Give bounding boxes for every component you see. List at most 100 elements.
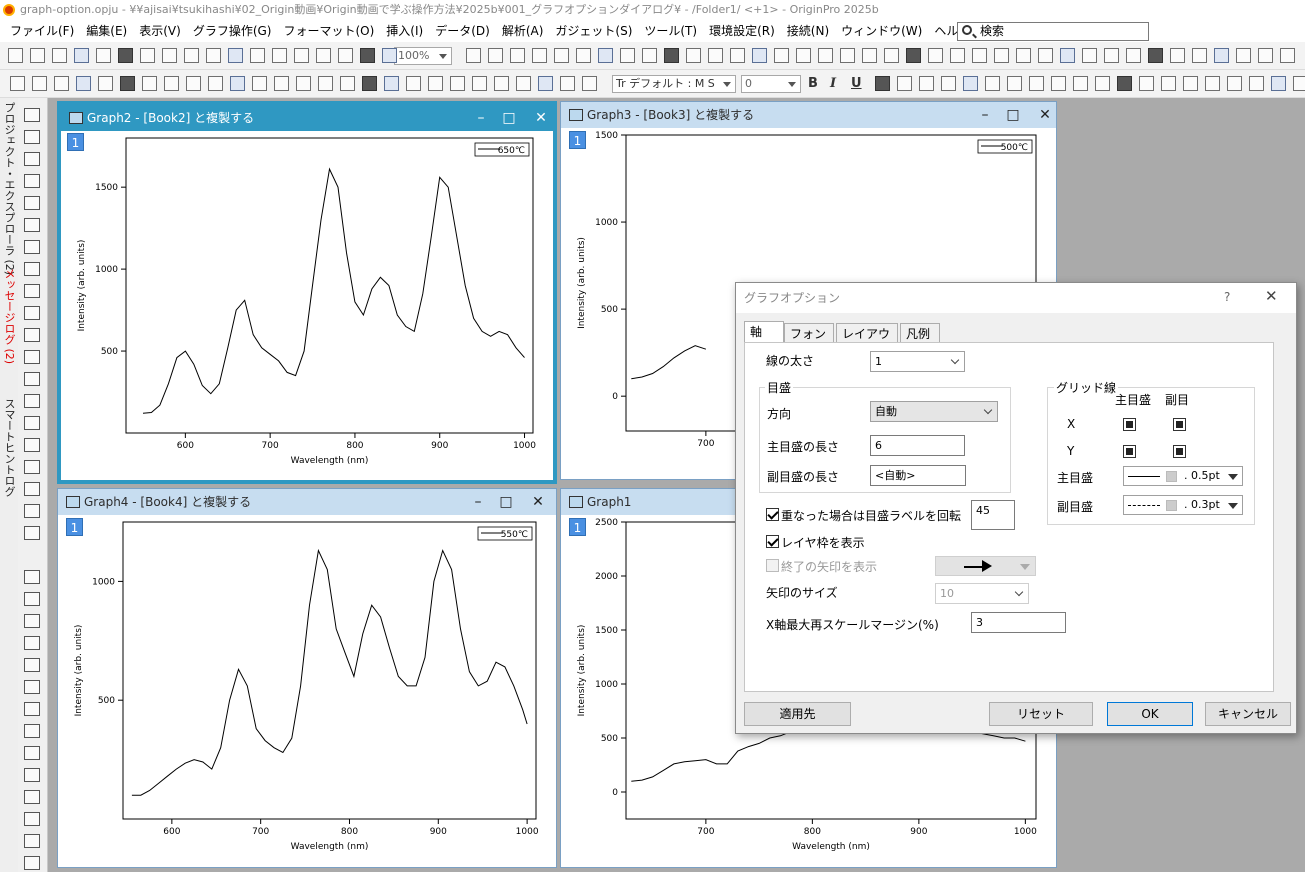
grid-major-line-select[interactable]: . 0.5pt <box>1123 466 1243 486</box>
standard-tool-icon[interactable] <box>1104 48 1119 63</box>
menu-item-12[interactable]: ウィンドウ(W) <box>835 20 928 42</box>
standard-tool-icon[interactable] <box>338 48 353 63</box>
menu-item-6[interactable]: データ(D) <box>429 20 496 42</box>
drawing-tool-icon[interactable] <box>24 218 40 232</box>
arrow-style-select[interactable] <box>935 556 1036 576</box>
direction-select[interactable]: 自動 <box>870 401 998 422</box>
format-tool-icon[interactable] <box>406 76 421 91</box>
drawing-tool-icon[interactable] <box>24 636 40 650</box>
tab-axis[interactable]: 軸 <box>744 321 784 344</box>
standard-tool-icon[interactable] <box>708 48 723 63</box>
standard-tool-icon[interactable] <box>1280 48 1295 63</box>
format-tool-icon[interactable] <box>230 76 245 91</box>
drawing-tool-icon[interactable] <box>24 834 40 848</box>
format-tool-icon[interactable] <box>208 76 223 91</box>
standard-tool-icon[interactable] <box>796 48 811 63</box>
format-tool-icon[interactable] <box>1073 76 1088 91</box>
standard-tool-icon[interactable] <box>554 48 569 63</box>
zoom-combo[interactable]: 100% <box>394 47 452 65</box>
menu-item-10[interactable]: 環境設定(R) <box>703 20 781 42</box>
drawing-tool-icon[interactable] <box>24 174 40 188</box>
standard-tool-icon[interactable] <box>294 48 309 63</box>
format-tool-icon[interactable] <box>897 76 912 91</box>
menu-item-3[interactable]: グラフ操作(G) <box>187 20 278 42</box>
standard-tool-icon[interactable] <box>1214 48 1229 63</box>
close-button[interactable]: ✕ <box>526 489 550 515</box>
standard-tool-icon[interactable] <box>1060 48 1075 63</box>
drawing-tool-icon[interactable] <box>24 196 40 210</box>
standard-tool-icon[interactable] <box>1016 48 1031 63</box>
menu-item-2[interactable]: 表示(V) <box>133 20 187 42</box>
format-tool-icon[interactable] <box>1117 76 1132 91</box>
format-tool-icon[interactable] <box>186 76 201 91</box>
maximize-button[interactable]: □ <box>494 489 518 515</box>
menu-item-4[interactable]: フォーマット(O) <box>277 20 380 42</box>
format-tool-icon[interactable] <box>10 76 25 91</box>
font-combo[interactable]: Tr デフォルト : M S <box>612 75 736 93</box>
format-tool-icon[interactable] <box>538 76 553 91</box>
project-explorer-tab[interactable]: プロジェクト・エクスプローラ (2) <box>1 102 17 275</box>
format-tool-icon[interactable] <box>76 76 91 91</box>
standard-tool-icon[interactable] <box>1236 48 1251 63</box>
drawing-tool-icon[interactable] <box>24 130 40 144</box>
standard-tool-icon[interactable] <box>8 48 23 63</box>
standard-tool-icon[interactable] <box>884 48 899 63</box>
format-tool-icon[interactable] <box>274 76 289 91</box>
format-tool-icon[interactable] <box>1095 76 1110 91</box>
drawing-tool-icon[interactable] <box>24 680 40 694</box>
drawing-tool-icon[interactable] <box>24 240 40 254</box>
drawing-tool-icon[interactable] <box>24 746 40 760</box>
standard-tool-icon[interactable] <box>118 48 133 63</box>
standard-tool-icon[interactable] <box>774 48 789 63</box>
format-tool-icon[interactable] <box>472 76 487 91</box>
drawing-tool-icon[interactable] <box>24 570 40 584</box>
format-tool-icon[interactable] <box>32 76 47 91</box>
drawing-tool-icon[interactable] <box>24 372 40 386</box>
menu-item-5[interactable]: 挿入(I) <box>380 20 429 42</box>
tab-layout[interactable]: レイアウト <box>836 323 898 361</box>
grid-y-major-checkbox[interactable] <box>1123 445 1136 458</box>
format-tool-icon[interactable] <box>582 76 597 91</box>
format-tool-icon[interactable] <box>54 76 69 91</box>
format-tool-icon[interactable] <box>1227 76 1242 91</box>
drawing-tool-icon[interactable] <box>24 394 40 408</box>
standard-tool-icon[interactable] <box>316 48 331 63</box>
standard-tool-icon[interactable] <box>906 48 921 63</box>
standard-tool-icon[interactable] <box>206 48 221 63</box>
maximize-button[interactable]: □ <box>1001 102 1025 128</box>
standard-tool-icon[interactable] <box>598 48 613 63</box>
menu-item-7[interactable]: 解析(A) <box>496 20 550 42</box>
standard-tool-icon[interactable] <box>950 48 965 63</box>
dialog-title-bar[interactable]: グラフオプション <box>736 283 1296 313</box>
format-tool-icon[interactable] <box>1051 76 1066 91</box>
standard-tool-icon[interactable] <box>382 48 397 63</box>
standard-tool-icon[interactable] <box>140 48 155 63</box>
drawing-tool-icon[interactable] <box>24 658 40 672</box>
grid-y-minor-checkbox[interactable] <box>1173 445 1186 458</box>
standard-tool-icon[interactable] <box>664 48 679 63</box>
standard-tool-icon[interactable] <box>1148 48 1163 63</box>
menu-item-11[interactable]: 接続(N) <box>781 20 835 42</box>
standard-tool-icon[interactable] <box>488 48 503 63</box>
format-tool-icon[interactable] <box>1249 76 1264 91</box>
standard-tool-icon[interactable] <box>1192 48 1207 63</box>
standard-tool-icon[interactable] <box>730 48 745 63</box>
standard-tool-icon[interactable] <box>840 48 855 63</box>
format-tool-icon[interactable] <box>1029 76 1044 91</box>
drawing-tool-icon[interactable] <box>24 768 40 782</box>
format-tool-icon[interactable] <box>450 76 465 91</box>
graph4-plot[interactable]: 600 700 800 900 1000 500 1000 Wavelength (nm) In… <box>58 515 556 867</box>
drawing-tool-icon[interactable] <box>24 350 40 364</box>
close-button[interactable]: ✕ <box>1033 102 1057 128</box>
format-tool-icon[interactable] <box>1271 76 1286 91</box>
close-button[interactable]: ✕ <box>529 105 553 131</box>
format-tool-icon[interactable] <box>428 76 443 91</box>
grid-x-major-checkbox[interactable] <box>1123 418 1136 431</box>
graph2-plot[interactable]: 600 700 800 900 1000 500 1000 1500 Wavelength (n… <box>61 131 553 481</box>
smart-hint-log-tab[interactable]: スマートヒントログ <box>1 398 17 497</box>
standard-tool-icon[interactable] <box>1258 48 1273 63</box>
drawing-tool-icon[interactable] <box>24 724 40 738</box>
format-tool-icon[interactable] <box>296 76 311 91</box>
drawing-tool-icon[interactable] <box>24 416 40 430</box>
standard-tool-icon[interactable] <box>818 48 833 63</box>
